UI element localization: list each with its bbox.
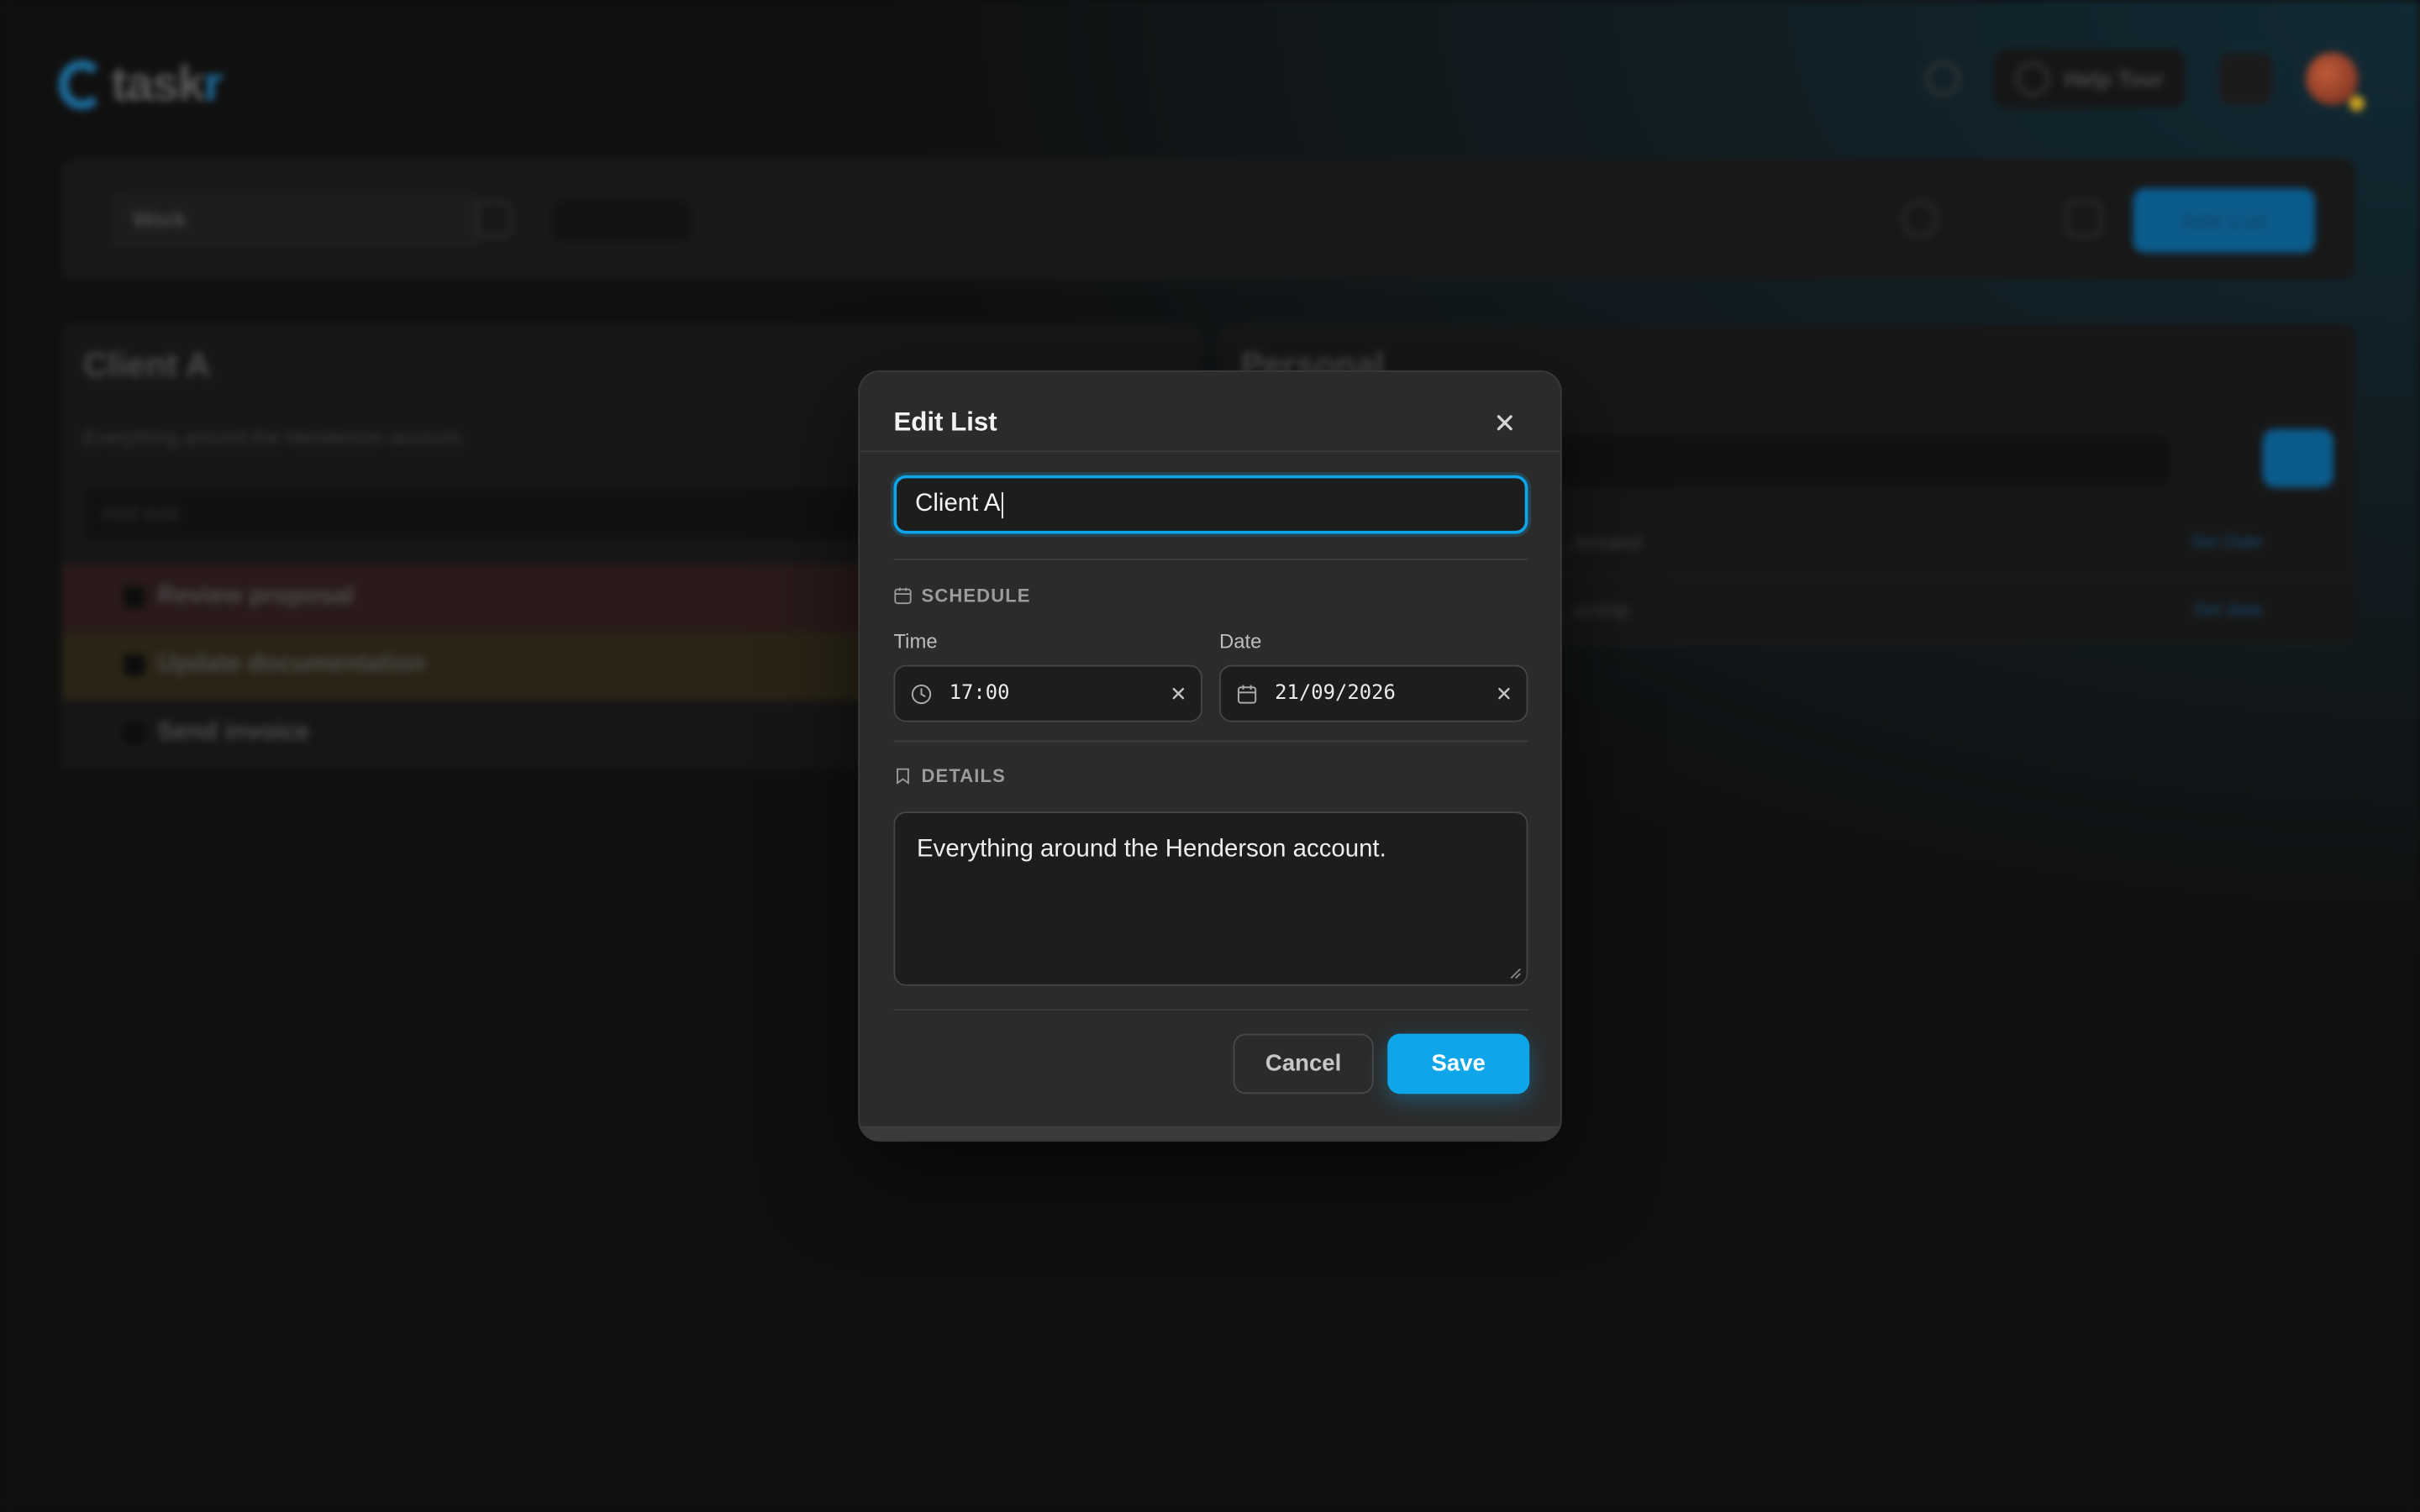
text-caret — [1002, 491, 1003, 519]
save-button[interactable]: Save — [1387, 1033, 1530, 1095]
calendar-icon — [1237, 685, 1257, 704]
details-heading: DETAILS — [893, 765, 1005, 787]
help-tour-button[interactable]: Help Tour — [1993, 49, 2186, 108]
schedule-heading: SCHEDULE — [893, 585, 1030, 606]
logo-text: taskr — [111, 55, 223, 112]
details-textarea[interactable]: Everything around the Henderson account. — [893, 811, 1528, 986]
set-date-link[interactable]: Set Date — [2191, 531, 2263, 553]
time-value: 17:00 — [949, 681, 1010, 706]
close-button[interactable] — [1492, 411, 1517, 435]
logo-mark-icon — [58, 59, 105, 109]
layout-icon[interactable] — [2065, 200, 2102, 238]
modal-title: Edit List — [893, 407, 997, 437]
menu-button[interactable] — [2219, 52, 2272, 105]
workspace-select[interactable]: Work — [111, 192, 482, 249]
avatar[interactable] — [2306, 52, 2365, 112]
top-right-actions: Help Tour — [1925, 49, 2365, 112]
calendar-icon — [894, 587, 912, 605]
bell-icon[interactable] — [1925, 61, 1960, 96]
app-logo: taskr — [58, 55, 223, 113]
divider — [893, 1009, 1528, 1011]
add-list-button[interactable]: Add List — [2133, 188, 2316, 254]
clear-date-icon[interactable] — [1496, 685, 1512, 702]
edit-list-modal: Edit List SCHEDULE Time Date 17:0 — [858, 370, 1562, 1142]
upload-icon[interactable] — [1985, 201, 2022, 238]
bookmark-icon — [897, 768, 909, 785]
help-icon — [2015, 61, 2049, 96]
settings-icon[interactable] — [1901, 200, 1939, 238]
close-icon — [1497, 415, 1512, 431]
shortcut-hint — [552, 200, 692, 241]
set-date-link[interactable]: Set date — [2194, 599, 2263, 621]
cancel-button[interactable]: Cancel — [1233, 1033, 1374, 1095]
divider — [893, 740, 1528, 743]
app-stage: taskr Help Tour Work Add List Client A E… — [0, 0, 2420, 1512]
date-label: Date — [1219, 629, 1262, 653]
time-label: Time — [893, 629, 938, 653]
modal-header: Edit List — [860, 372, 1560, 453]
time-picker[interactable]: 17:00 — [893, 664, 1202, 722]
list-title: Client A — [83, 345, 211, 385]
clear-time-icon[interactable] — [1170, 685, 1186, 702]
details-heading-label: DETAILS — [921, 765, 1006, 787]
modal-scrollbar[interactable] — [860, 1126, 1560, 1141]
details-text: Everything around the Henderson account. — [917, 836, 1386, 863]
add-task-input[interactable] — [1528, 434, 2170, 488]
filter-icon[interactable] — [475, 200, 513, 238]
list-name-input[interactable] — [893, 475, 1528, 534]
toolbar: Work Add List — [61, 159, 2355, 280]
list-description: Everything around the Henderson account. — [83, 425, 466, 449]
resize-handle-icon[interactable] — [1509, 968, 1522, 980]
add-task-button[interactable] — [2262, 428, 2334, 488]
date-picker[interactable]: 21/09/2026 — [1219, 664, 1528, 722]
divider — [893, 558, 1528, 560]
help-tour-label: Help Tour — [2065, 66, 2165, 92]
schedule-heading-label: SCHEDULE — [921, 585, 1031, 606]
date-value: 21/09/2026 — [1275, 681, 1396, 706]
clock-icon — [911, 684, 932, 705]
